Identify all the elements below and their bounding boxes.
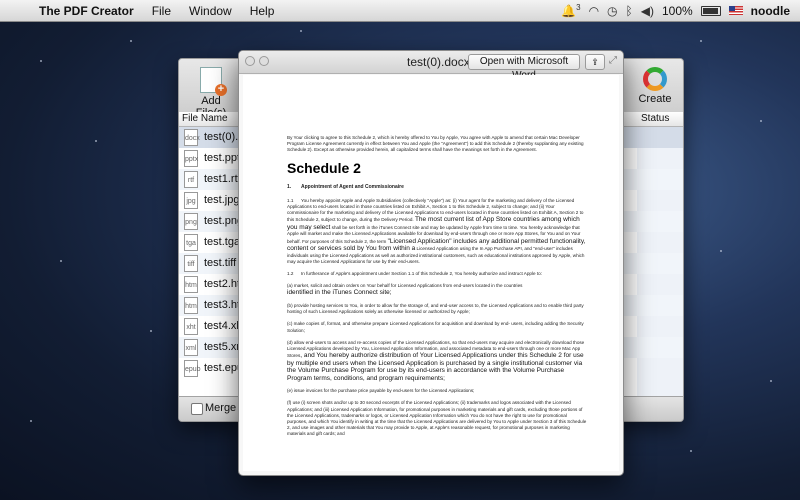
file-name: test1.rtf: [204, 173, 241, 185]
document-body: By Your clicking to agree to this Schedu…: [287, 135, 587, 444]
file-icon: epub: [184, 360, 201, 377]
volume-icon[interactable]: ◀): [641, 4, 654, 18]
doc-paragraph: (f) use (i) screen shots and/or up to 30…: [287, 400, 587, 437]
doc-text: In furtherance of Apple's appointment un…: [301, 271, 542, 277]
doc-paragraph: (d) allow end-users to access and re-acc…: [287, 340, 587, 382]
doc-text: (a) market, solicit and obtain orders on…: [287, 283, 523, 289]
doc-paragraph: 1.1 You hereby appoint Apple and Apple Su…: [287, 198, 587, 265]
file-icon: tiff: [184, 255, 198, 272]
merge-checkbox[interactable]: [191, 403, 203, 415]
doc-intro: By Your clicking to agree to this Schedu…: [287, 135, 584, 153]
star: [720, 250, 722, 252]
file-icon: tga: [184, 234, 198, 251]
file-icon: docx: [184, 129, 200, 146]
star: [30, 420, 32, 422]
file-name: test.tga: [204, 236, 241, 248]
file-icon: pptx: [184, 150, 198, 167]
share-button[interactable]: ⇪: [585, 54, 605, 70]
file-icon: jpg: [184, 192, 198, 209]
add-file-icon: [200, 67, 227, 96]
user-name[interactable]: noodle: [751, 4, 790, 18]
file-icon: png: [184, 213, 198, 230]
column-file-name[interactable]: File Name: [182, 113, 228, 124]
quicklook-window: test(0).docx Open with Microsoft Word ⇪ …: [238, 50, 624, 476]
file-icon: xml: [184, 339, 198, 356]
file-icon: xht: [184, 318, 198, 335]
star: [700, 40, 702, 42]
star: [760, 120, 762, 122]
document-preview[interactable]: By Your clicking to agree to this Schedu…: [243, 75, 619, 471]
menu-window[interactable]: Window: [180, 4, 241, 18]
doc-section-title: Appointment of Agent and Commissionaire: [301, 183, 404, 190]
doc-heading: Schedule 2: [287, 159, 361, 176]
app-menu[interactable]: The PDF Creator: [30, 4, 143, 18]
time-machine-icon[interactable]: ◷: [607, 4, 617, 18]
create-icon: [643, 67, 667, 91]
battery-icon[interactable]: [700, 5, 721, 16]
file-icon: htm: [184, 297, 198, 314]
menu-help[interactable]: Help: [241, 4, 284, 18]
doc-paragraph-number: 1.2: [287, 271, 294, 277]
file-name: test.jpg: [204, 194, 240, 206]
star: [770, 380, 772, 382]
notification-count: 3: [576, 3, 581, 12]
star: [300, 30, 302, 32]
doc-paragraph: (b) provide hosting services to You, in …: [287, 302, 584, 315]
star: [150, 330, 152, 332]
doc-paragraph: 1.2 In furtherance of Apple's appointment…: [287, 271, 587, 277]
menu-bar: The PDF Creator File Window Help 🔔3 ◠ ◷ …: [0, 0, 800, 22]
file-icon: htm: [184, 276, 198, 293]
share-icon: ⇪: [591, 57, 599, 67]
doc-paragraph: (a) market, solicit and obtain orders on…: [287, 283, 587, 297]
column-status[interactable]: Status: [641, 113, 669, 124]
file-name: test.tiff: [204, 257, 237, 269]
file-icon: rtf: [184, 171, 198, 188]
fullscreen-icon[interactable]: [259, 56, 269, 66]
wifi-icon[interactable]: ◠: [589, 4, 599, 18]
star: [40, 60, 42, 62]
doc-paragraph: (e) issue invoices for the purchase pric…: [287, 388, 475, 394]
doc-text: , and You hereby authorize distribution …: [287, 352, 584, 382]
notification-icon[interactable]: 🔔3: [561, 3, 580, 18]
doc-text: identified in the iTunes Connect site;: [287, 289, 392, 297]
star: [690, 450, 692, 452]
open-with-word-button[interactable]: Open with Microsoft Word: [468, 54, 580, 81]
battery-percent: 100%: [661, 3, 693, 18]
menu-file[interactable]: File: [143, 4, 180, 18]
close-icon[interactable]: [245, 56, 255, 66]
quicklook-titlebar: test(0).docx Open with Microsoft Word ⇪ …: [239, 51, 623, 81]
bluetooth-icon[interactable]: ᛒ: [626, 4, 633, 18]
star: [95, 140, 97, 142]
expand-icon[interactable]: ⤢: [609, 55, 617, 66]
doc-paragraph: (c) make copies of, format, and otherwis…: [287, 321, 584, 333]
doc-section-number: 1.: [287, 183, 292, 190]
input-source-flag-icon[interactable]: [728, 6, 743, 15]
create-label: Create: [638, 93, 672, 105]
create-button[interactable]: Create: [635, 67, 675, 105]
star: [60, 260, 62, 262]
quicklook-filename: test(0).docx: [407, 55, 470, 69]
doc-section: 1. Appointment of Agent and Commissionair…: [287, 184, 587, 190]
star: [130, 40, 132, 42]
